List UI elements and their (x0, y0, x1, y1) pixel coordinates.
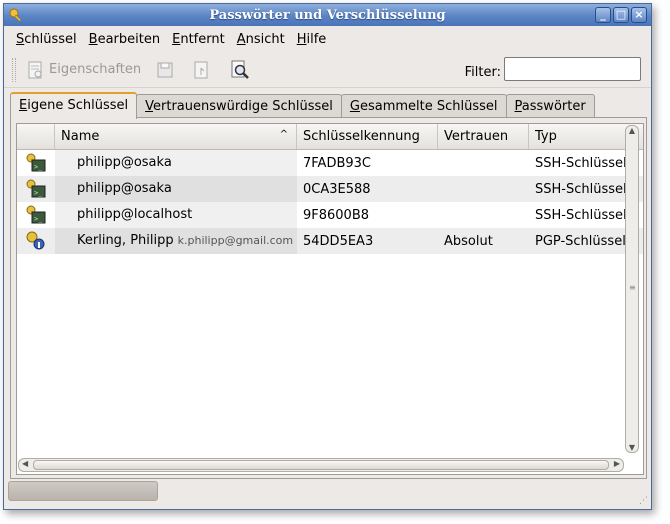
magnifier-icon (231, 60, 250, 79)
menu-entfernt[interactable]: Entfernt (166, 32, 231, 47)
menu-hilfe-label: ilfe (306, 31, 327, 47)
export-button[interactable] (151, 56, 182, 84)
export-icon (157, 62, 173, 77)
table-row[interactable]: >_ philipp@localhost 9F8600B8 SSH-Schlüs… (17, 202, 643, 228)
maximize-button[interactable]: □ (613, 7, 629, 23)
horizontal-scrollbar[interactable]: ◀ ▶ (18, 458, 624, 472)
horizontal-scroll-thumb[interactable] (33, 460, 609, 470)
menu-ansicht-label: nsicht (245, 31, 285, 47)
tab-passwords-mnemonic: P (514, 99, 522, 114)
tab-collected-keys[interactable]: Gesammelte Schlüssel (340, 94, 507, 118)
key-type: PGP-Schlüssel (535, 233, 626, 249)
window-title: Passwörter und Verschlüsselung (209, 7, 446, 23)
tab-passwords-label: asswörter (521, 99, 586, 114)
key-type: SSH-Schlüssel (535, 181, 627, 197)
menu-ansicht[interactable]: Ansicht (231, 32, 291, 47)
resize-grip-icon[interactable]: ⋰ (639, 496, 648, 506)
key-name: philipp@osaka (55, 176, 297, 202)
svg-text:>_: >_ (34, 215, 43, 223)
sign-icon (194, 61, 208, 78)
tab-panel: Name ^ Schlüsselkennung Vertrauen Typ >_… (10, 117, 647, 479)
tab-trusted-keys-mnemonic: V (145, 99, 153, 114)
ssh-key-icon: >_ (17, 179, 55, 199)
main-window: Passwörter und Verschlüsselung _ □ × Sch… (3, 3, 652, 510)
app-icon[interactable] (8, 7, 24, 23)
pgp-key-icon (17, 231, 55, 251)
key-name: philipp@localhost (55, 202, 297, 228)
key-id: 54DD5EA3 (303, 233, 374, 249)
properties-button[interactable]: Eigenschaften (22, 56, 145, 84)
menu-bar: Schlüssel Bearbeiten Entfernt Ansicht Hi… (4, 26, 651, 52)
tab-trusted-keys[interactable]: Vertrauenswürdige Schlüssel (136, 94, 342, 118)
tab-own-keys-label: igene Schlüssel (27, 98, 129, 113)
sort-ascending-icon: ^ (279, 129, 288, 140)
scroll-thumb-grip-icon: ≡ (629, 283, 636, 292)
menu-hilfe[interactable]: Hilfe (291, 32, 333, 47)
minimize-button[interactable]: _ (595, 7, 611, 23)
table-row[interactable]: Kerling, Philipp k.philipp@gmail.com 54DD… (17, 228, 643, 254)
tab-collected-keys-label: esammelte Schlüssel (359, 99, 498, 114)
column-header-icon[interactable] (17, 124, 55, 149)
key-name: Kerling, Philipp (77, 233, 174, 248)
menu-bearbeiten-label: earbeiten (97, 31, 161, 47)
menu-schluessel-label: chlüssel (24, 31, 77, 47)
tab-trusted-keys-label: ertrauenswürdige Schlüssel (153, 99, 333, 114)
key-id: 9F8600B8 (303, 207, 370, 223)
menu-bearbeiten[interactable]: Bearbeiten (83, 32, 166, 47)
menu-bearbeiten-mnemonic: B (88, 31, 98, 47)
scroll-down-arrow-icon[interactable]: ▼ (626, 443, 638, 452)
key-type: SSH-Schlüssel (535, 155, 627, 171)
column-header-key-id[interactable]: Schlüsselkennung (297, 124, 438, 149)
filter-label: Filter: (464, 65, 501, 80)
table-row[interactable]: >_ philipp@osaka 0CA3E588 SSH-Schlüssel (17, 176, 643, 202)
key-type: SSH-Schlüssel (535, 207, 627, 223)
key-id: 7FADB93C (303, 155, 371, 171)
toolbar-grip[interactable] (12, 57, 16, 82)
key-email: k.philipp@gmail.com (177, 234, 294, 247)
menu-schluessel[interactable]: Schlüssel (10, 32, 83, 47)
properties-icon (28, 61, 42, 78)
scroll-up-arrow-icon[interactable]: ▲ (626, 126, 638, 135)
title-bar[interactable]: Passwörter und Verschlüsselung _ □ × (4, 4, 651, 26)
close-button[interactable]: × (631, 7, 647, 23)
list-header: Name ^ Schlüsselkennung Vertrauen Typ (17, 124, 643, 150)
menu-entfernt-label: ntfernt (180, 31, 225, 47)
filter-input[interactable] (504, 57, 641, 81)
svg-text:>_: >_ (34, 189, 43, 197)
tab-own-keys-mnemonic: E (19, 98, 28, 113)
tab-own-keys[interactable]: Eigene Schlüssel (10, 92, 138, 119)
column-header-name[interactable]: Name ^ (55, 124, 297, 149)
tab-passwords[interactable]: Passwörter (505, 94, 595, 118)
column-header-key-id-label: Schlüsselkennung (303, 129, 420, 144)
ssh-key-icon: >_ (17, 153, 55, 173)
tab-collected-keys-mnemonic: G (349, 99, 360, 114)
svg-text:>_: >_ (34, 163, 43, 171)
sign-button[interactable] (188, 56, 219, 84)
key-name-cell: Kerling, Philipp k.philipp@gmail.com (55, 228, 297, 254)
column-header-trust-label: Vertrauen (444, 129, 509, 144)
column-header-type-label: Typ (535, 129, 557, 144)
progress-bar (8, 481, 158, 501)
ssh-key-icon: >_ (17, 205, 55, 225)
scroll-right-arrow-icon[interactable]: ▶ (614, 459, 620, 468)
tab-bar: Eigene Schlüssel Vertrauenswürdige Schlü… (10, 92, 595, 119)
key-list[interactable]: Name ^ Schlüsselkennung Vertrauen Typ >_… (16, 123, 644, 475)
search-remote-button[interactable] (225, 56, 258, 84)
column-header-type[interactable]: Typ (529, 124, 625, 149)
column-header-name-label: Name (61, 129, 100, 144)
key-trust: Absolut (444, 233, 493, 249)
column-header-trust[interactable]: Vertrauen (438, 124, 529, 149)
properties-label: Eigenschaften (49, 62, 142, 77)
vertical-scrollbar[interactable]: ▲ ≡ ▼ (625, 125, 639, 453)
key-name: philipp@osaka (55, 150, 297, 176)
menu-hilfe-mnemonic: H (296, 31, 307, 47)
scroll-left-arrow-icon[interactable]: ◀ (22, 459, 28, 468)
table-row[interactable]: >_ philipp@osaka 7FADB93C SSH-Schlüssel (17, 150, 643, 176)
menu-ansicht-mnemonic: A (236, 31, 246, 47)
key-id: 0CA3E588 (303, 181, 371, 197)
